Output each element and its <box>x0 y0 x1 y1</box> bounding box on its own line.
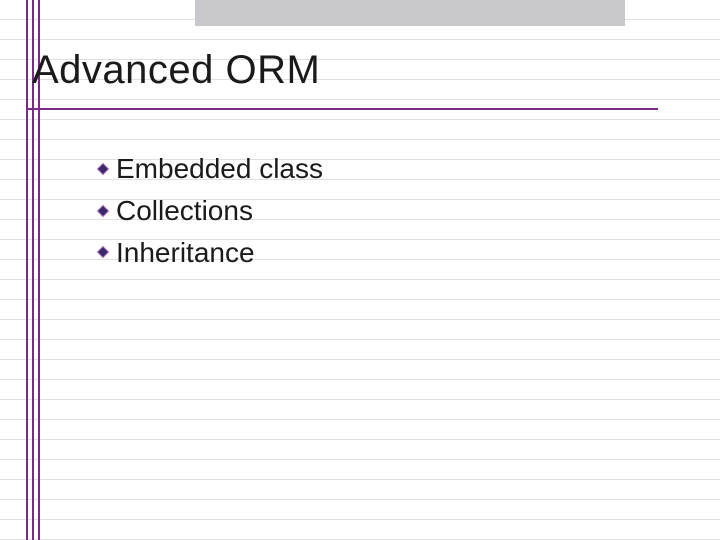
slide: Advanced ORM Embedded class Collections <box>0 0 720 540</box>
bullet-text: Inheritance <box>116 234 255 272</box>
list-item: Embedded class <box>96 150 323 188</box>
slide-body: Embedded class Collections Inheritance <box>96 150 323 275</box>
vertical-rule <box>26 0 28 540</box>
bullet-text: Embedded class <box>116 150 323 188</box>
diamond-bullet-icon <box>96 162 110 176</box>
title-underline <box>28 108 658 110</box>
diamond-bullet-icon <box>96 204 110 218</box>
diamond-bullet-icon <box>96 245 110 259</box>
top-decorative-bar <box>195 0 625 26</box>
list-item: Collections <box>96 192 323 230</box>
list-item: Inheritance <box>96 234 323 272</box>
bullet-text: Collections <box>116 192 253 230</box>
slide-title: Advanced ORM <box>32 48 320 93</box>
